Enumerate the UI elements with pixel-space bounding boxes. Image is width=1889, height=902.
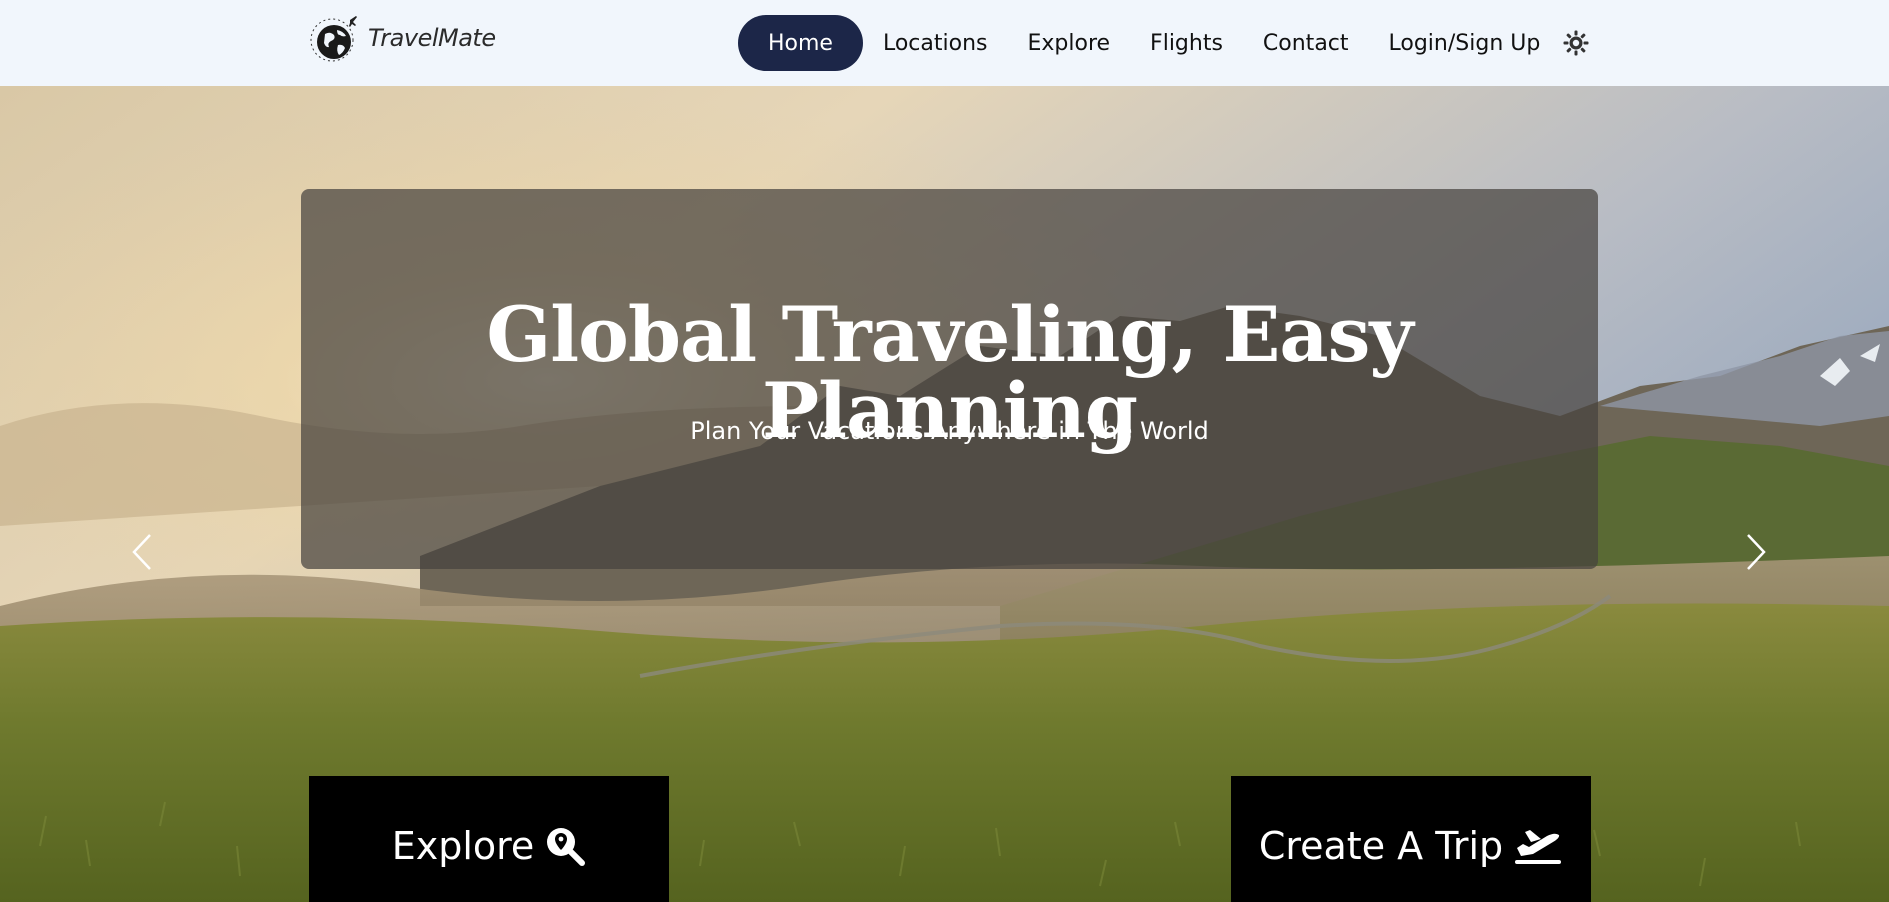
navbar: TravelMate Home Locations Explore Flight…: [0, 0, 1889, 86]
globe-logo-icon: [310, 16, 357, 62]
nav-login-signup[interactable]: Login/Sign Up: [1369, 15, 1561, 71]
nav-explore[interactable]: Explore: [1007, 15, 1130, 71]
hero-subtitle: Plan Your Vacations Anywhere in The Worl…: [690, 417, 1209, 445]
chevron-right-icon: [1747, 534, 1766, 570]
plane-departure-icon: [1513, 826, 1563, 866]
theme-toggle-button[interactable]: [1562, 29, 1590, 57]
create-trip-button[interactable]: Create A Trip: [1231, 776, 1591, 902]
carousel-next-button[interactable]: [1736, 522, 1776, 582]
hero-caption: Global Traveling, Easy Planning Plan You…: [301, 189, 1598, 569]
explore-button[interactable]: Explore: [309, 776, 669, 902]
chevron-left-icon: [132, 534, 151, 570]
brand-link[interactable]: TravelMate: [306, 12, 496, 64]
search-location-icon: [544, 825, 586, 867]
sun-icon: [1563, 30, 1589, 56]
nav-home[interactable]: Home: [738, 15, 863, 71]
brand-name: TravelMate: [368, 24, 496, 52]
create-trip-label: Create A Trip: [1258, 824, 1504, 868]
nav-links: Home Locations Explore Flights Contact L…: [738, 15, 1560, 71]
carousel-prev-button[interactable]: [122, 522, 162, 582]
hero-carousel: Global Traveling, Easy Planning Plan You…: [0, 86, 1889, 902]
nav-locations[interactable]: Locations: [863, 15, 1008, 71]
nav-contact[interactable]: Contact: [1243, 15, 1369, 71]
nav-flights[interactable]: Flights: [1130, 15, 1243, 71]
explore-label: Explore: [391, 824, 535, 868]
